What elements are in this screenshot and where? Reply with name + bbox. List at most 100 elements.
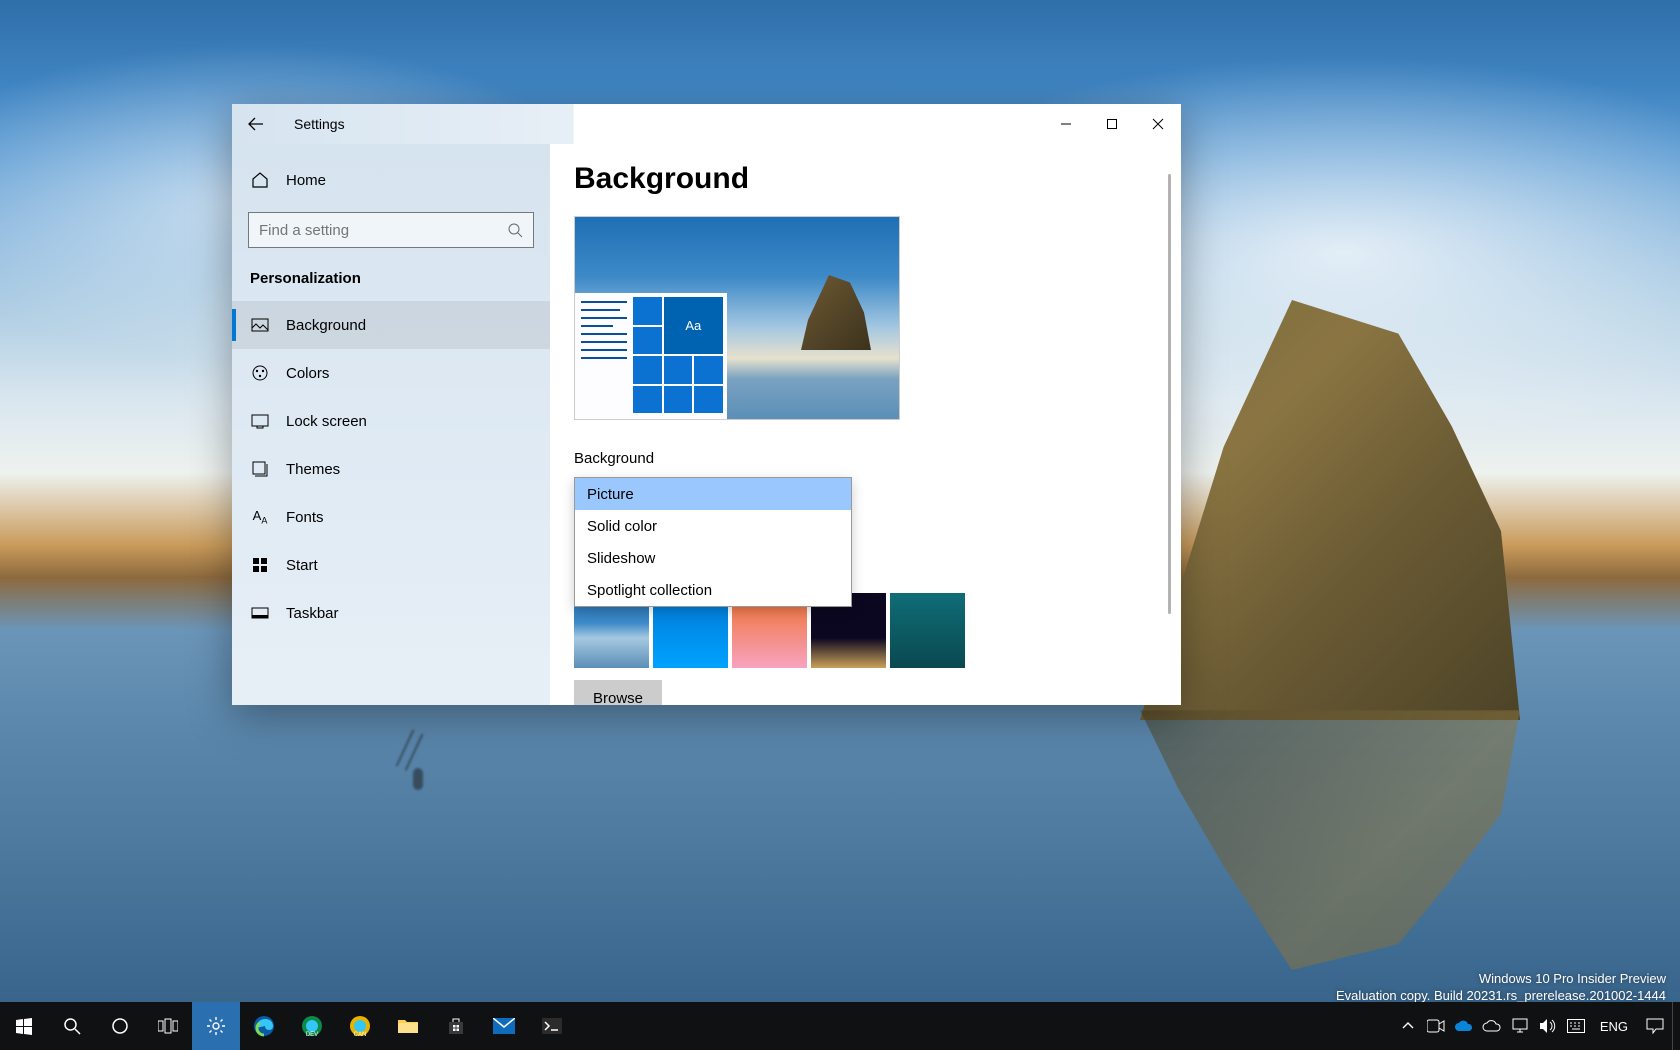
- tray-network[interactable]: [1506, 1002, 1534, 1050]
- taskbar-right: ENG: [1394, 1002, 1680, 1050]
- wallpaper-figure-reflection: [398, 720, 438, 790]
- tray-onedrive-2[interactable]: [1478, 1002, 1506, 1050]
- maximize-icon: [1106, 118, 1118, 130]
- minimize-button[interactable]: [1043, 104, 1089, 144]
- search-button[interactable]: [48, 1002, 96, 1050]
- keyboard-icon: [1567, 1019, 1585, 1033]
- dropdown-option-picture[interactable]: Picture: [575, 478, 851, 510]
- svg-text:CAN: CAN: [354, 1032, 367, 1037]
- sidebar-item-colors[interactable]: Colors: [232, 349, 550, 397]
- store-icon: [445, 1015, 467, 1037]
- sidebar-home-label: Home: [286, 172, 326, 189]
- tray-meet-now[interactable]: [1422, 1002, 1450, 1050]
- wallpaper-rock: [1140, 300, 1520, 720]
- sidebar-item-lock-screen[interactable]: Lock screen: [232, 397, 550, 445]
- taskbar-app-terminal[interactable]: [528, 1002, 576, 1050]
- watermark-line1: Windows 10 Pro Insider Preview: [1336, 970, 1666, 987]
- thumbnail-5[interactable]: [890, 593, 965, 668]
- sidebar-item-label: Lock screen: [286, 413, 367, 430]
- edge-icon: [253, 1015, 275, 1037]
- taskbar-app-edge[interactable]: [240, 1002, 288, 1050]
- background-type-dropdown[interactable]: Picture Solid color Slideshow Spotlight …: [574, 477, 852, 607]
- sidebar-item-label: Taskbar: [286, 605, 339, 622]
- svg-text:DEV: DEV: [306, 1032, 318, 1037]
- show-desktop-button[interactable]: [1672, 1002, 1680, 1050]
- sidebar-item-background[interactable]: Background: [232, 301, 550, 349]
- dropdown-option-slideshow[interactable]: Slideshow: [575, 542, 851, 574]
- sidebar-item-themes[interactable]: Themes: [232, 445, 550, 493]
- themes-icon: [250, 459, 270, 479]
- desktop-watermark: Windows 10 Pro Insider Preview Evaluatio…: [1336, 970, 1666, 1004]
- settings-window: Settings Home: [232, 104, 1181, 705]
- tray-onedrive[interactable]: [1450, 1002, 1478, 1050]
- cortana-button[interactable]: [96, 1002, 144, 1050]
- tray-ime[interactable]: [1562, 1002, 1590, 1050]
- dropdown-option-solid-color[interactable]: Solid color: [575, 510, 851, 542]
- home-icon: [250, 170, 270, 190]
- folder-icon: [397, 1015, 419, 1037]
- task-view-icon: [157, 1015, 179, 1037]
- preview-start-mock: Aa: [575, 293, 727, 419]
- search-input[interactable]: [259, 222, 507, 239]
- content-area: Background Aa: [550, 144, 1181, 705]
- start-button[interactable]: [0, 1002, 48, 1050]
- search-icon: [507, 222, 523, 238]
- mail-icon: [493, 1015, 515, 1037]
- background-section-label: Background: [574, 450, 1157, 467]
- gear-icon: [205, 1015, 227, 1037]
- fonts-icon: AA: [250, 507, 270, 527]
- sidebar-item-label: Colors: [286, 365, 329, 382]
- wallpaper-rock-reflection: [1140, 710, 1520, 970]
- back-button[interactable]: [232, 104, 280, 144]
- taskbar-app-settings[interactable]: [192, 1002, 240, 1050]
- maximize-button[interactable]: [1089, 104, 1135, 144]
- sidebar-item-start[interactable]: Start: [232, 541, 550, 589]
- picture-icon: [250, 315, 270, 335]
- page-heading: Background: [574, 162, 1157, 196]
- task-view-button[interactable]: [144, 1002, 192, 1050]
- search-icon: [61, 1015, 83, 1037]
- back-arrow-icon: [248, 116, 264, 132]
- sidebar-item-label: Themes: [286, 461, 340, 478]
- sidebar-category: Personalization: [232, 248, 550, 301]
- sidebar: Home Personalization Background Colors: [232, 144, 550, 705]
- taskbar-app-store[interactable]: [432, 1002, 480, 1050]
- cortana-icon: [109, 1015, 131, 1037]
- start-tiles-icon: [250, 555, 270, 575]
- tray-show-hidden[interactable]: [1394, 1002, 1422, 1050]
- close-icon: [1152, 118, 1164, 130]
- speaker-icon: [1539, 1018, 1557, 1034]
- search-wrap: [232, 202, 550, 248]
- titlebar[interactable]: Settings: [232, 104, 1181, 144]
- dropdown-option-spotlight[interactable]: Spotlight collection: [575, 574, 851, 606]
- sidebar-item-label: Background: [286, 317, 366, 334]
- taskbar-app-edge-dev[interactable]: DEV: [288, 1002, 336, 1050]
- tray-action-center[interactable]: [1638, 1002, 1672, 1050]
- tray-language[interactable]: ENG: [1590, 1019, 1638, 1034]
- taskbar-app-mail[interactable]: [480, 1002, 528, 1050]
- window-title: Settings: [294, 116, 345, 132]
- taskbar-app-explorer[interactable]: [384, 1002, 432, 1050]
- sidebar-item-fonts[interactable]: AA Fonts: [232, 493, 550, 541]
- preview-tiles: Aa: [633, 293, 727, 419]
- windows-logo-icon: [13, 1015, 35, 1037]
- browse-button[interactable]: Browse: [574, 680, 662, 705]
- window-body: Home Personalization Background Colors: [232, 144, 1181, 705]
- tray-volume[interactable]: [1534, 1002, 1562, 1050]
- chevron-up-icon: [1402, 1020, 1414, 1032]
- taskbar-left: DEV CAN: [0, 1002, 576, 1050]
- camera-icon: [1427, 1019, 1445, 1033]
- terminal-icon: [541, 1015, 563, 1037]
- preview-aa-tile: Aa: [664, 297, 723, 354]
- preview-list-lines: [575, 293, 633, 419]
- desktop: Windows 10 Pro Insider Preview Evaluatio…: [0, 0, 1680, 1050]
- close-button[interactable]: [1135, 104, 1181, 144]
- sidebar-home[interactable]: Home: [232, 158, 550, 202]
- search-box[interactable]: [248, 212, 534, 248]
- notification-icon: [1646, 1018, 1664, 1034]
- taskbar-app-edge-canary[interactable]: CAN: [336, 1002, 384, 1050]
- sidebar-item-taskbar[interactable]: Taskbar: [232, 589, 550, 637]
- cloud-icon: [1454, 1019, 1474, 1033]
- content-scrollbar[interactable]: [1168, 174, 1171, 614]
- sidebar-item-label: Start: [286, 557, 318, 574]
